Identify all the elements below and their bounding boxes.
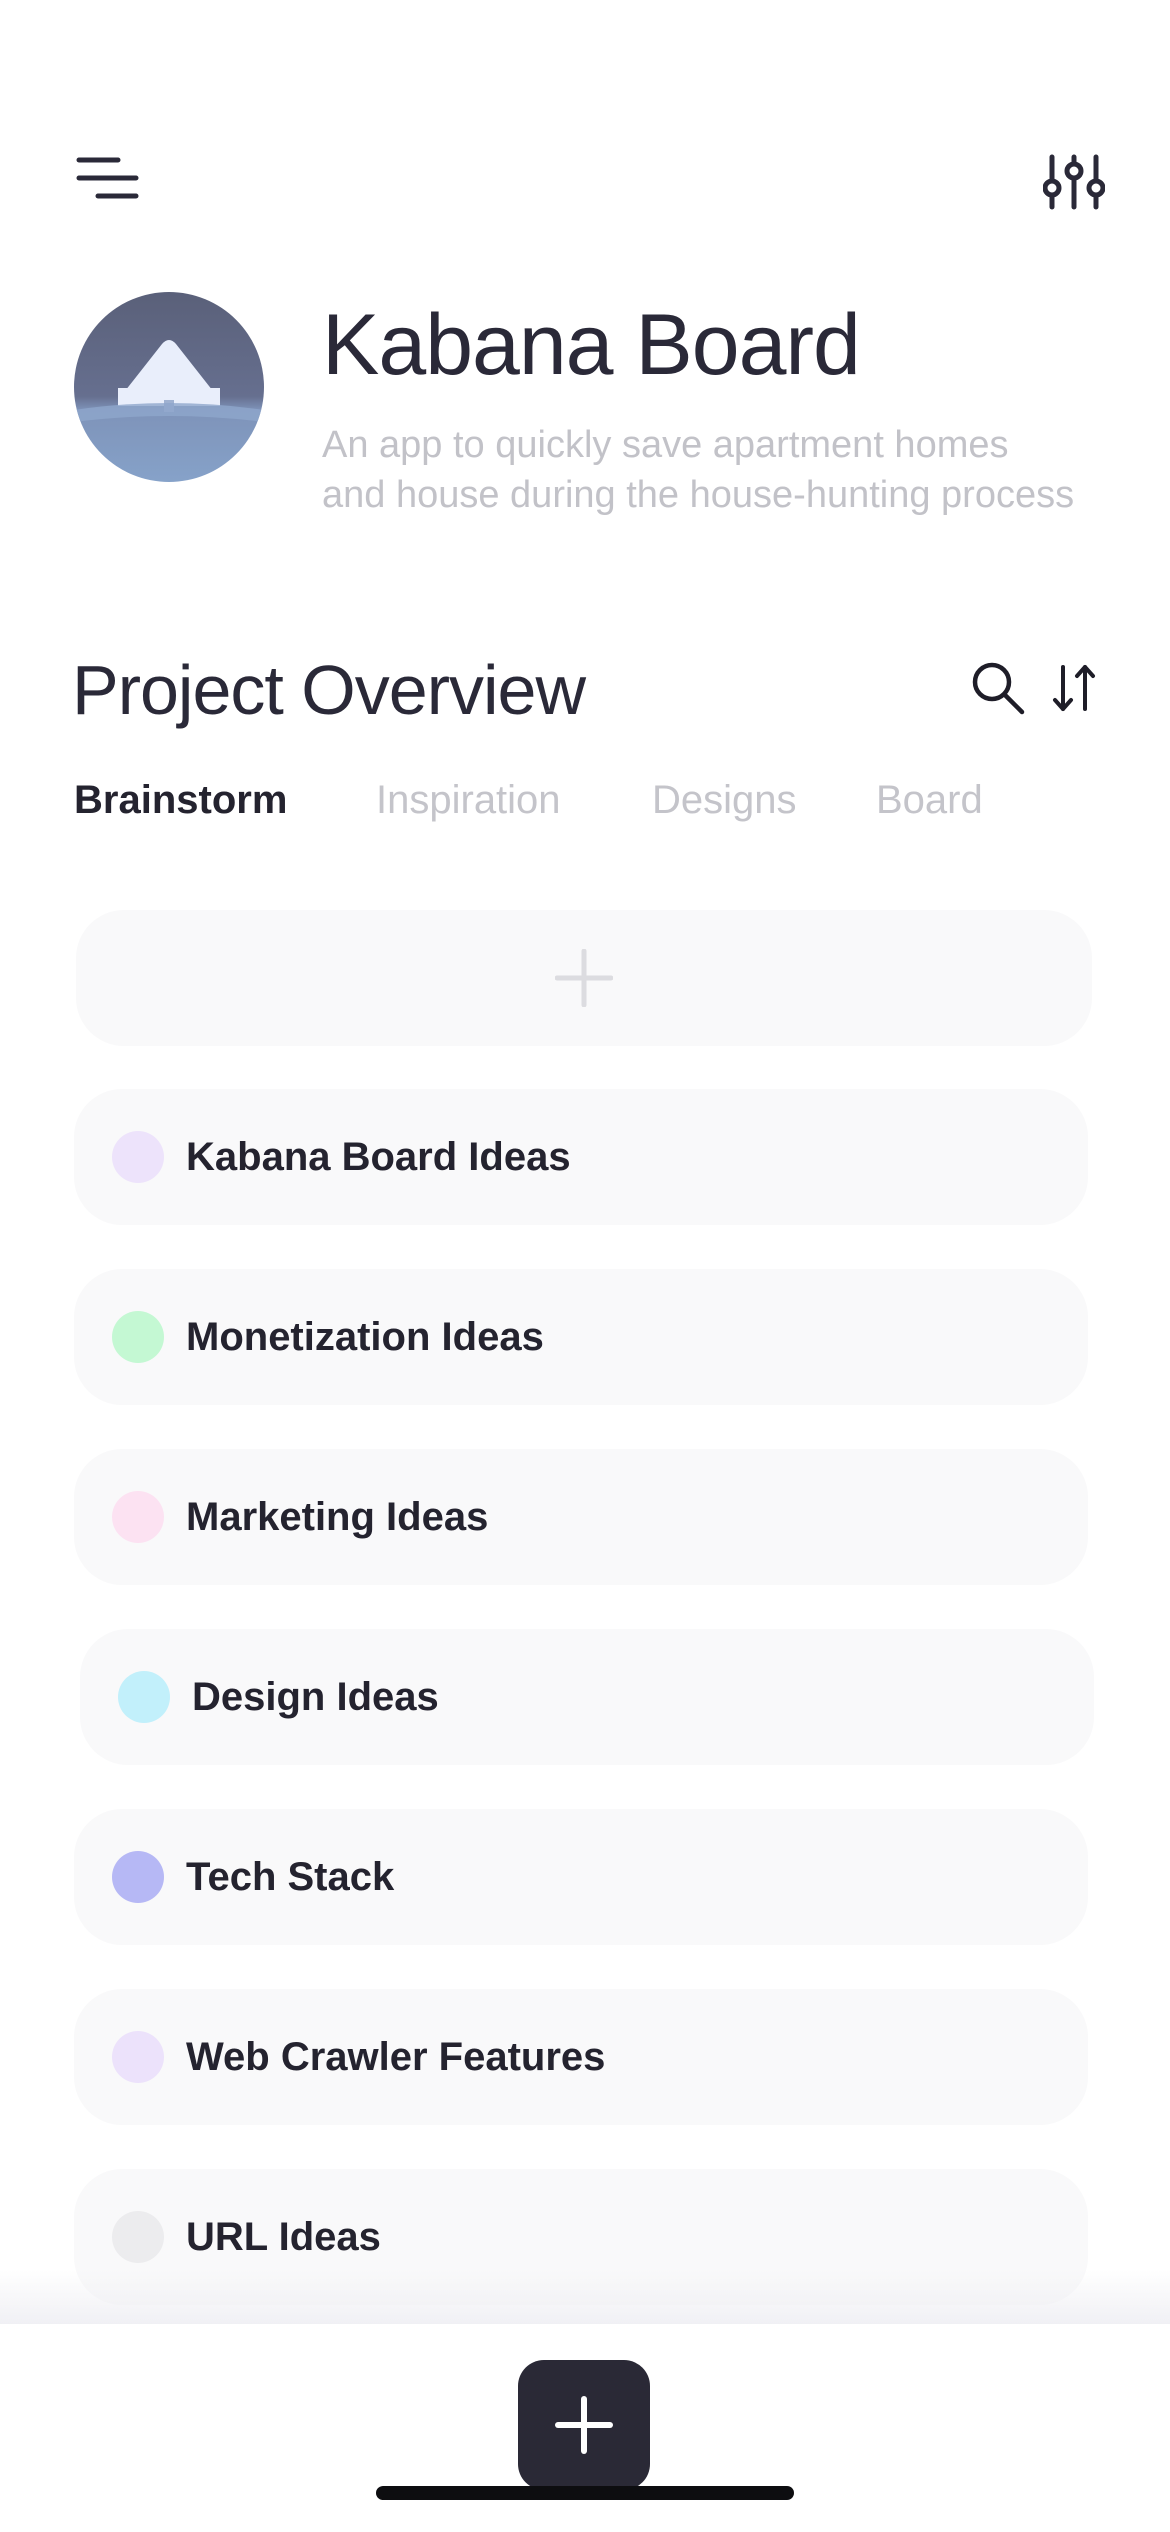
list-item-label: Marketing Ideas	[186, 1494, 489, 1539]
sort-icon	[1053, 665, 1095, 711]
project-title: Kabana Board	[322, 297, 861, 393]
color-dot	[112, 2031, 164, 2083]
add-fab-button[interactable]	[518, 2360, 650, 2490]
list-item-label: Kabana Board Ideas	[186, 1134, 571, 1179]
list-item-marketing-ideas[interactable]: Marketing Ideas	[74, 1449, 1088, 1585]
plus-icon	[555, 949, 613, 1007]
home-indicator	[376, 2486, 794, 2500]
list-item-tech-stack[interactable]: Tech Stack	[74, 1809, 1088, 1945]
color-dot	[118, 1671, 170, 1723]
tab-bar: Brainstorm Inspiration Designs Board	[0, 772, 1170, 832]
search-button[interactable]	[966, 656, 1030, 720]
tab-brainstorm[interactable]: Brainstorm	[74, 772, 287, 828]
house-logo-icon	[74, 292, 264, 482]
project-description: An app to quickly save apartment homes a…	[322, 424, 1075, 516]
list-item-label: Web Crawler Features	[186, 2034, 606, 2079]
list-item-label: Design Ideas	[192, 1674, 439, 1719]
section-title: Project Overview	[72, 651, 586, 729]
tab-designs[interactable]: Designs	[652, 772, 797, 828]
add-list-button[interactable]	[76, 910, 1092, 1046]
color-dot	[112, 1851, 164, 1903]
list-item-kabana-board-ideas[interactable]: Kabana Board Ideas	[74, 1089, 1088, 1225]
search-icon	[972, 662, 1025, 715]
color-dot	[112, 1131, 164, 1183]
sliders-icon	[1043, 154, 1105, 210]
plus-icon	[555, 2396, 613, 2454]
tab-inspiration[interactable]: Inspiration	[376, 772, 561, 828]
bottom-fade	[0, 2270, 1170, 2326]
project-avatar	[74, 292, 264, 482]
sort-button[interactable]	[1046, 656, 1102, 720]
color-dot	[112, 1491, 164, 1543]
list-item-design-ideas[interactable]: Design Ideas	[80, 1629, 1094, 1765]
color-dot	[112, 1311, 164, 1363]
list-item-label: Tech Stack	[186, 1854, 395, 1899]
list-item-web-crawler-features[interactable]: Web Crawler Features	[74, 1989, 1088, 2125]
filter-settings-button[interactable]	[1036, 146, 1112, 218]
color-dot	[112, 2211, 164, 2263]
list-item-monetization-ideas[interactable]: Monetization Ideas	[74, 1269, 1088, 1405]
list-item-label: URL Ideas	[186, 2214, 381, 2259]
tab-board[interactable]: Board	[876, 772, 983, 828]
menu-icon	[76, 157, 139, 199]
list-item-label: Monetization Ideas	[186, 1314, 544, 1359]
menu-button[interactable]	[70, 146, 146, 210]
